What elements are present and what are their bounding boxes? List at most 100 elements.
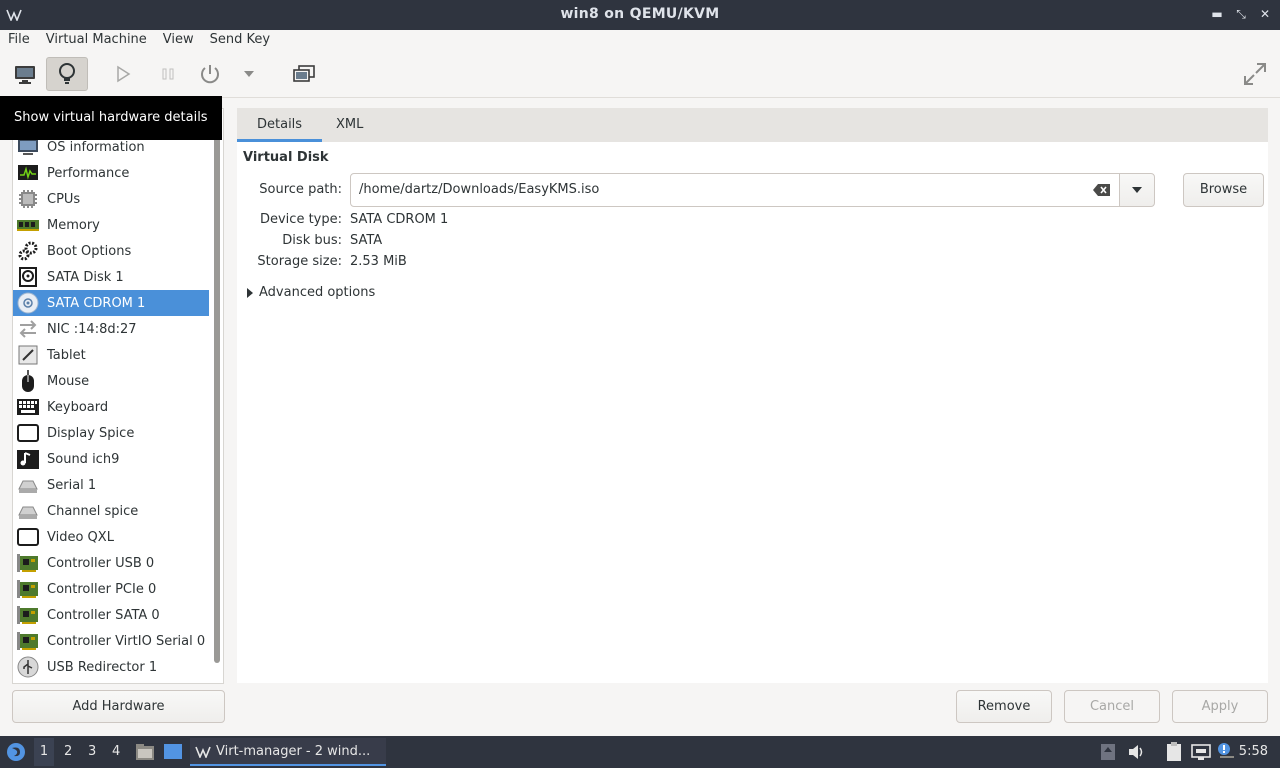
sidebar-item[interactable]: Display Spice [13,420,209,446]
sidebar-item[interactable]: Controller USB 0 [13,550,209,576]
sidebar-item[interactable]: Controller VirtIO Serial 0 [13,628,209,654]
close-icon[interactable]: ✕ [1258,6,1272,22]
workspace-4[interactable]: 4 [112,744,120,759]
task-label: Virt-manager - 2 wind... [216,744,371,759]
notification-icon[interactable] [1216,741,1236,761]
menu-file[interactable]: File [0,30,38,52]
add-hardware-button[interactable]: Add Hardware [12,690,225,723]
tab-details[interactable]: Details [237,108,323,142]
source-path-field[interactable]: /home/dartz/Downloads/EasyKMS.iso [350,173,1120,207]
tab-bar: Details XML [237,108,1268,142]
sidebar-item-label: Boot Options [47,243,132,259]
sidebar-item[interactable]: Controller SATA 0 [13,602,209,628]
sidebar-scrollbar[interactable] [214,115,220,663]
menubar: File Virtual Machine View Send Key [0,30,1280,52]
sidebar-item-label: Mouse [47,373,90,389]
disk-bus-label: Disk bus: [282,233,342,248]
shutdown-menu-button[interactable] [229,57,269,91]
sidebar-item-label: Tablet [47,347,86,363]
play-icon [117,65,131,83]
expander-arrow-icon [247,288,253,298]
mouse-icon [15,369,41,393]
snapshots-button[interactable] [283,57,325,91]
sidebar-item[interactable]: Keyboard [13,394,209,420]
sidebar-item[interactable]: USB Redirector 1 [13,654,209,680]
sidebar-item[interactable]: Controller PCIe 0 [13,576,209,602]
toolbar [0,52,1280,98]
source-path-dropdown-button[interactable] [1119,173,1155,207]
restore-icon[interactable]: ⤡ [1234,6,1248,22]
sidebar-item-label: OS information [47,139,145,155]
sidebar-item-label: NIC :14:8d:27 [47,321,137,337]
sidebar-item-label: CPUs [47,191,81,207]
browse-button[interactable]: Browse [1183,173,1264,207]
run-button[interactable] [102,57,144,91]
advanced-options-expander[interactable]: Advanced options [247,285,375,300]
pause-button[interactable] [147,57,189,91]
usb-icon [15,655,41,679]
apply-button[interactable]: Apply [1172,690,1268,723]
sidebar-item[interactable]: Memory [13,212,209,238]
volume-icon[interactable] [1127,743,1145,761]
monitor-icon [15,66,35,84]
sidebar-item[interactable]: Performance [13,160,209,186]
storage-size-label: Storage size: [257,254,342,269]
cdrom-icon [15,291,41,315]
file-manager-icon[interactable] [135,742,155,762]
sidebar-item-label: USB Redirector 1 [47,659,158,675]
sidebar-item[interactable]: Boot Options [13,238,209,264]
clear-text-icon[interactable] [1093,183,1111,197]
show-hardware-details-button[interactable] [46,57,88,91]
remove-button[interactable]: Remove [956,690,1052,723]
sidebar-item[interactable]: Video QXL [13,524,209,550]
window-title: win8 on QEMU/KVM [560,6,720,22]
sidebar-item[interactable]: SATA Disk 1 [13,264,209,290]
sidebar-item[interactable]: SATA CDROM 1 [13,290,209,316]
sidebar-item-label: Sound ich9 [47,451,120,467]
controller-card-icon [15,603,41,627]
tooltip: Show virtual hardware details [0,96,222,140]
taskbar: 1 2 3 4 Virt-manager - 2 wind... 5:58 [0,736,1280,768]
menu-virtual-machine[interactable]: Virtual Machine [38,30,155,52]
sidebar-item-label: Controller SATA 0 [47,607,160,623]
sidebar-item[interactable]: Tablet [13,342,209,368]
sidebar-item-label: Display Spice [47,425,135,441]
sidebar-item-label: Controller VirtIO Serial 0 [47,633,206,649]
sidebar-item[interactable]: CPUs [13,186,209,212]
workspace-3[interactable]: 3 [88,744,96,759]
workspace-1[interactable]: 1 [34,738,54,766]
sidebar-item-label: Memory [47,217,100,233]
menu-view[interactable]: View [155,30,202,52]
network-arrows-icon [15,317,41,341]
controller-card-icon [15,577,41,601]
minimize-icon[interactable]: ▬ [1210,6,1224,22]
sidebar-item-label: Channel spice [47,503,139,519]
network-icon[interactable] [1191,743,1211,761]
sound-icon [15,447,41,471]
sidebar-item-label: SATA Disk 1 [47,269,124,285]
clipboard-icon[interactable] [1165,742,1183,762]
disk-bus-value: SATA [350,233,383,248]
start-menu-icon[interactable] [6,742,26,762]
sidebar-item[interactable]: NIC :14:8d:27 [13,316,209,342]
desktop-icon[interactable] [163,743,183,761]
fullscreen-button[interactable] [1234,57,1276,91]
sidebar-item[interactable]: Serial 1 [13,472,209,498]
sidebar-item[interactable]: Channel spice [13,498,209,524]
menu-send-key[interactable]: Send Key [202,30,278,52]
cancel-button[interactable]: Cancel [1064,690,1160,723]
memory-module-icon [15,213,41,237]
sidebar-item[interactable]: Sound ich9 [13,446,209,472]
gears-icon [15,239,41,263]
clock: 5:58 [1238,744,1268,759]
tab-xml[interactable]: XML [316,108,383,142]
show-console-button[interactable] [4,57,46,91]
sidebar-item[interactable]: Mouse [13,368,209,394]
snapshots-icon [293,65,315,82]
package-updates-icon[interactable] [1100,743,1116,761]
source-path-value: /home/dartz/Downloads/EasyKMS.iso [359,182,600,197]
taskbar-task-virt-manager[interactable]: Virt-manager - 2 wind... [190,738,386,766]
sidebar-item-label: Keyboard [47,399,109,415]
shutdown-button[interactable] [189,57,231,91]
workspace-2[interactable]: 2 [64,744,72,759]
